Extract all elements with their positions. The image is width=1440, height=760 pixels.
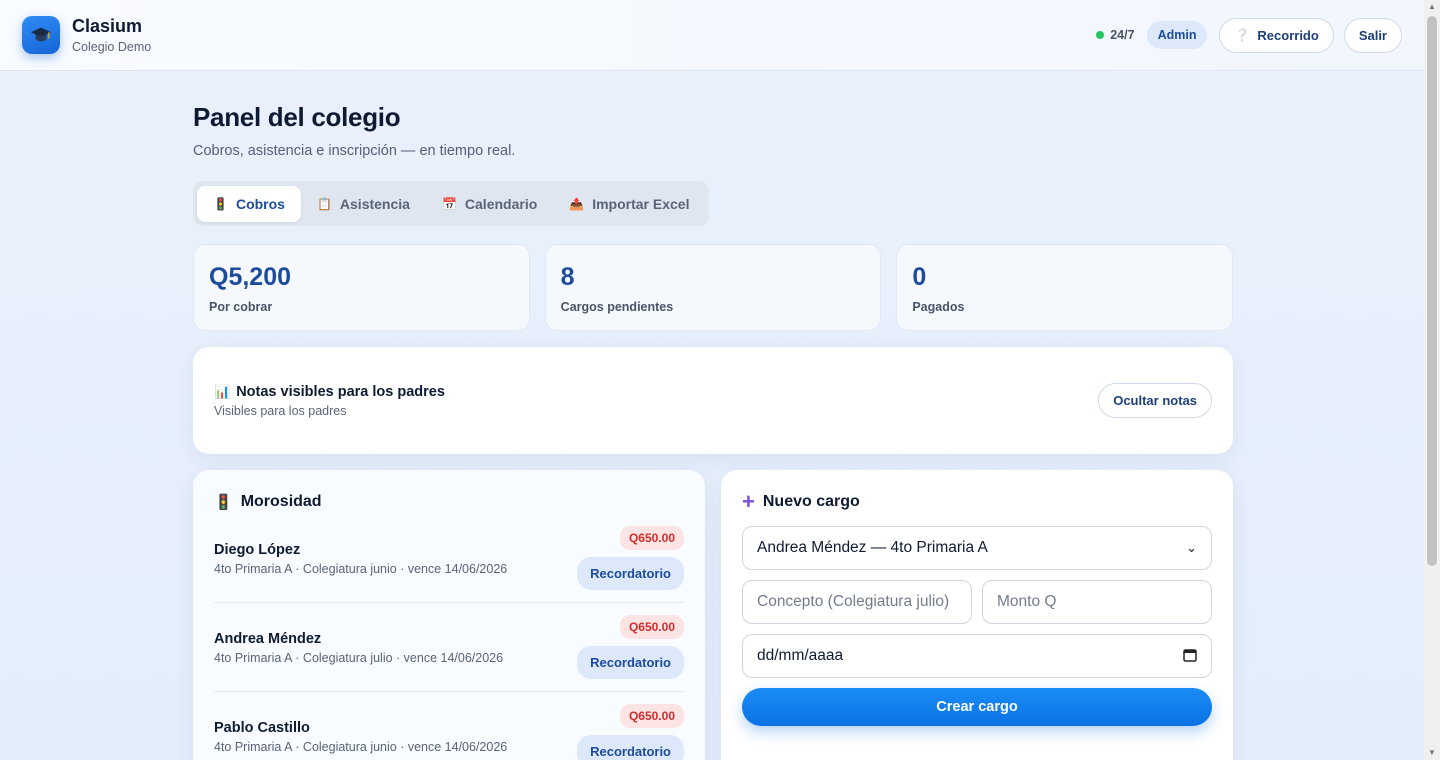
charge-details: 4to Primaria A · Colegiatura julio · ven… (214, 651, 504, 665)
online-dot-icon (1096, 31, 1105, 39)
chevron-down-icon: ⌄ (1186, 540, 1197, 555)
traffic-light-icon: 🚦 (213, 196, 228, 211)
student-name: Diego López (214, 542, 301, 558)
page-subtitle: Cobros, asistencia e inscripción — en ti… (193, 143, 516, 159)
due-date-placeholder: dd/mm/aaaa (757, 647, 844, 664)
tab-label: Calendario (464, 195, 538, 212)
stat-label: Por cobrar (209, 300, 273, 314)
bar-chart-icon: 📊 (214, 383, 231, 399)
scroll-thumb[interactable] (1427, 16, 1437, 566)
help-icon: ❔ (1234, 28, 1250, 42)
upload-icon: 📤 (569, 196, 585, 211)
debts-title: 🚦 Morosidad (214, 490, 684, 514)
tab-label: Asistencia (339, 195, 410, 212)
tab-asistencia[interactable]: 📋 Asistencia (301, 186, 426, 222)
page-scrollbar[interactable]: ▲ ▼ (1424, 0, 1440, 760)
tour-button-label: Recorrido (1257, 27, 1319, 43)
stat-card-pagados: 0 Pagados (896, 244, 1234, 331)
tab-calendario[interactable]: 📅 Calendario (426, 186, 553, 222)
calendar-icon: 📅 (441, 196, 457, 211)
tab-cobros[interactable]: 🚦 Cobros (197, 185, 301, 222)
debts-title-text: Morosidad (240, 493, 322, 510)
tab-bar: 🚦 Cobros 📋 Asistencia 📅 Calendario 📤 Imp… (193, 181, 710, 226)
student-select-value: Andrea Méndez — 4to Primaria A (757, 539, 988, 556)
stat-value: 8 (560, 263, 575, 291)
clipboard-icon: 📋 (316, 196, 332, 211)
charge-details: 4to Primaria A · Colegiatura junio · ven… (214, 562, 508, 576)
tab-label: Importar Excel (592, 195, 690, 212)
availability-label: 24/7 (1110, 28, 1135, 42)
notes-subtitle: Visibles para los padres (214, 403, 347, 418)
graduation-cap-icon (22, 16, 60, 54)
role-badge: Admin (1146, 21, 1208, 49)
new-charge-card: + Nuevo cargo Andrea Méndez — 4to Primar… (721, 470, 1233, 760)
stats-row: Q5,200 Por cobrar 8 Cargos pendientes 0 … (193, 244, 1234, 331)
stat-value: 0 (912, 263, 927, 291)
calendar-icon[interactable] (1183, 648, 1197, 665)
reminder-button[interactable]: Recordatorio (577, 646, 684, 679)
student-name: Pablo Castillo (214, 720, 310, 736)
list-item: Pablo Castillo 4to Primaria A · Colegiat… (214, 692, 684, 760)
scroll-down-arrow-icon[interactable]: ▼ (1424, 746, 1440, 760)
traffic-light-icon: 🚦 (214, 494, 233, 511)
top-bar: Clasium Colegio Demo 24/7 Admin ❔ Recorr… (0, 0, 1424, 71)
stat-card-por-cobrar: Q5,200 Por cobrar (193, 244, 530, 331)
notes-title: 📊 Notas visibles para los padres (214, 384, 445, 400)
amount-badge: Q650.00 (619, 704, 684, 728)
student-select[interactable]: Andrea Méndez — 4to Primaria A ⌄ (742, 526, 1212, 570)
amount-input[interactable]: Monto Q (982, 580, 1212, 624)
plus-icon: + (742, 489, 755, 514)
new-charge-title-text: Nuevo cargo (762, 493, 860, 510)
stat-value: Q5,200 (209, 263, 292, 291)
notes-visibility-card: 📊 Notas visibles para los padres Visible… (193, 347, 1233, 454)
debts-card: 🚦 Morosidad Diego López 4to Primaria A ·… (193, 470, 705, 760)
amount-badge: Q650.00 (619, 526, 684, 550)
page-title: Panel del colegio (193, 102, 401, 132)
school-name: Colegio Demo (72, 40, 152, 54)
create-charge-button[interactable]: Crear cargo (742, 688, 1212, 726)
student-name: Andrea Méndez (214, 631, 322, 647)
main-content: Panel del colegio Cobros, asistencia e i… (193, 71, 1234, 760)
amount-badge: Q650.00 (619, 615, 684, 639)
stat-label: Pagados (912, 300, 965, 314)
notes-title-text: Notas visibles para los padres (236, 383, 445, 400)
due-date-input[interactable]: dd/mm/aaaa (742, 634, 1212, 678)
charge-details: 4to Primaria A · Colegiatura junio · ven… (214, 740, 508, 754)
stat-card-cargos-pendientes: 8 Cargos pendientes (544, 244, 882, 331)
tab-importar-excel[interactable]: 📤 Importar Excel (553, 186, 705, 222)
availability-status: 24/7 (1096, 28, 1135, 42)
stat-label: Cargos pendientes (560, 300, 674, 314)
concept-input[interactable]: Concepto (Colegiatura julio) (742, 580, 972, 624)
tab-label: Cobros (235, 195, 285, 212)
hide-notes-button[interactable]: Ocultar notas (1098, 383, 1212, 418)
list-item: Diego López 4to Primaria A · Colegiatura… (214, 514, 684, 603)
logout-button[interactable]: Salir (1343, 17, 1402, 53)
reminder-button[interactable]: Recordatorio (577, 557, 684, 590)
bottom-grid: 🚦 Morosidad Diego López 4to Primaria A ·… (193, 470, 1233, 760)
new-charge-title: + Nuevo cargo (742, 490, 1212, 514)
tour-button[interactable]: ❔ Recorrido (1219, 17, 1334, 53)
list-item: Andrea Méndez 4to Primaria A · Colegiatu… (214, 603, 684, 692)
scroll-up-arrow-icon[interactable]: ▲ (1424, 0, 1440, 14)
app-name: Clasium (72, 16, 143, 36)
reminder-button[interactable]: Recordatorio (577, 735, 684, 760)
new-charge-form: Andrea Méndez — 4to Primaria A ⌄ Concept… (742, 526, 1212, 726)
